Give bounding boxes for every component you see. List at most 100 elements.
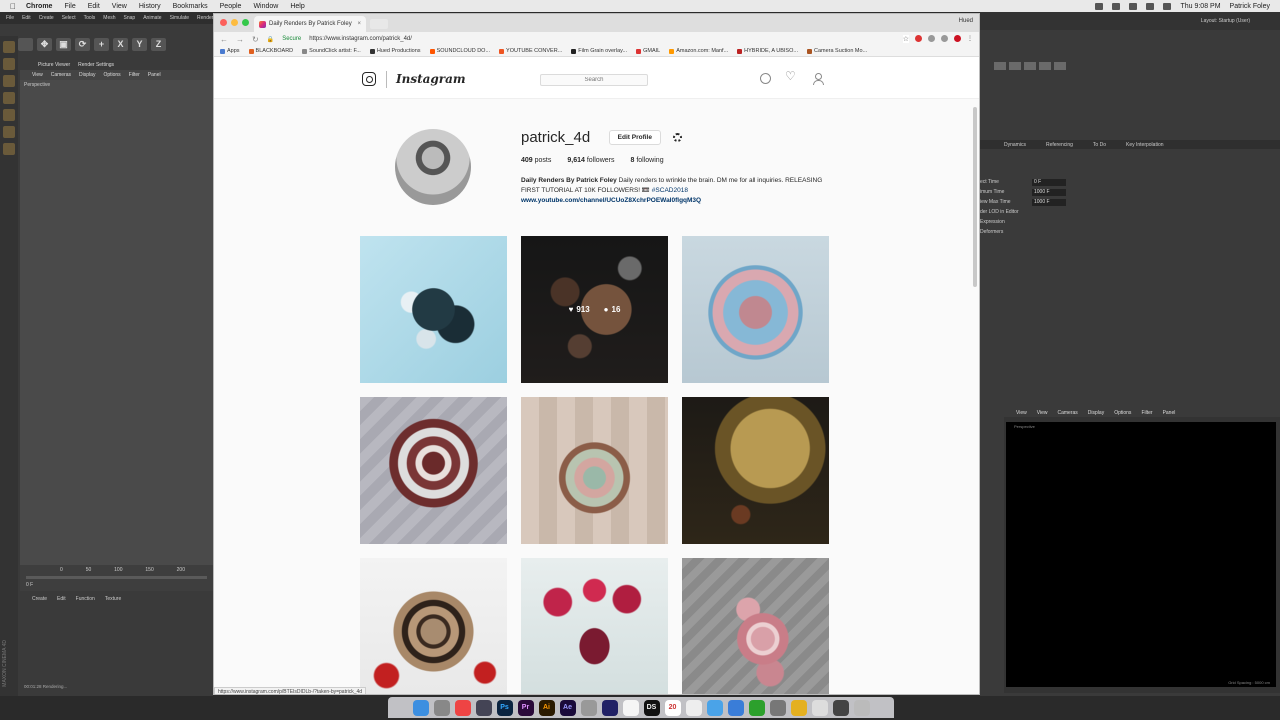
following-stat[interactable]: 8 following <box>630 157 663 164</box>
add-button[interactable]: + <box>94 38 109 51</box>
viewport-menu-item[interactable]: Panel <box>1163 410 1176 416</box>
trash-icon[interactable] <box>853 699 870 716</box>
post-thumbnail[interactable] <box>521 397 668 544</box>
page-scrollbar[interactable] <box>973 107 977 287</box>
viewport-menu-item[interactable]: Filter <box>129 72 140 78</box>
attribute-value-field[interactable]: 0 F <box>1032 178 1066 186</box>
edit-profile-button[interactable]: Edit Profile <box>608 130 661 146</box>
zoom-window-button[interactable] <box>242 19 249 26</box>
menu-help[interactable]: Help <box>290 3 304 10</box>
material-menu-item[interactable]: Texture <box>105 596 121 606</box>
itunes-icon[interactable] <box>622 699 639 716</box>
viewport-menu-item[interactable]: Display <box>79 72 95 78</box>
url-input[interactable]: https://www.instagram.com/patrick_4d/ <box>309 36 412 42</box>
photoshop-icon[interactable]: Ps <box>496 699 513 716</box>
object-tool-icon[interactable] <box>1054 62 1066 70</box>
c4d-menu-item[interactable]: Simulate <box>170 15 189 21</box>
bookmark[interactable]: BLACKBOARD <box>248 48 293 54</box>
illustrator-icon[interactable]: Ai <box>538 699 555 716</box>
profile-person-icon[interactable] <box>812 73 824 85</box>
bookmark[interactable]: SoundClick artist: F... <box>302 48 361 54</box>
c4d-menu-item[interactable]: Render <box>197 15 213 21</box>
launchpad-icon[interactable] <box>433 699 450 716</box>
app-icon[interactable] <box>580 699 597 716</box>
post-thumbnail[interactable] <box>521 558 668 694</box>
post-thumbnail[interactable] <box>682 397 829 544</box>
ds-app-icon[interactable]: DS <box>643 699 660 716</box>
scale-tool-button[interactable]: ▣ <box>56 38 71 51</box>
search-input[interactable] <box>540 74 648 86</box>
bookmark[interactable]: Film Grain overlay... <box>571 48 627 54</box>
attribute-value-field[interactable]: 1000 F <box>1032 198 1066 206</box>
edges-mode-icon[interactable] <box>3 75 15 87</box>
c4d-menu-item[interactable]: Edit <box>22 15 31 21</box>
menu-view[interactable]: View <box>112 3 127 10</box>
close-tab-icon[interactable]: × <box>357 21 361 27</box>
layout-value[interactable]: Startup (User) <box>1219 18 1250 24</box>
extension-icon[interactable] <box>941 35 948 42</box>
undo-button[interactable] <box>18 38 33 51</box>
viewport-menu-item[interactable]: Filter <box>1141 410 1152 416</box>
viewport-menu-item[interactable]: View <box>1037 410 1048 416</box>
calendar-icon[interactable]: 20 <box>664 699 681 716</box>
activity-heart-icon[interactable] <box>785 69 797 84</box>
viewport-menu-item[interactable]: Display <box>1088 410 1104 416</box>
minimize-window-button[interactable] <box>231 19 238 26</box>
apple-menu-icon[interactable]:  <box>10 2 16 11</box>
object-tool-icon[interactable] <box>994 62 1006 70</box>
points-mode-icon[interactable] <box>3 58 15 70</box>
bookmark[interactable]: SOUNDCLOUD DO... <box>429 48 490 54</box>
wifi-icon[interactable] <box>1146 2 1155 10</box>
workplane-icon[interactable] <box>3 143 15 155</box>
menu-app-name[interactable]: Chrome <box>26 3 52 10</box>
tab-key-interpolation[interactable]: Key Interpolation <box>1126 142 1164 148</box>
c4d-menu-item[interactable]: Mesh <box>103 15 115 21</box>
post-thumbnail[interactable] <box>360 558 507 694</box>
premiere-icon[interactable]: Pr <box>517 699 534 716</box>
object-tool-icon[interactable] <box>1009 62 1021 70</box>
snap-icon[interactable] <box>3 126 15 138</box>
deformers-checkbox-label[interactable]: Deformers <box>980 229 1003 235</box>
viewport-canvas[interactable]: Perspective Grid Spacing : 5000 cm <box>1006 422 1276 687</box>
tab-render-settings[interactable]: Render Settings <box>78 62 114 68</box>
notes-icon[interactable] <box>685 699 702 716</box>
menubar-clock[interactable]: Thu 9:08 PM <box>1180 3 1220 10</box>
finder-icon[interactable] <box>412 699 429 716</box>
bookmark[interactable]: GMAIL <box>636 48 660 54</box>
extension-icon[interactable] <box>915 35 922 42</box>
c4d-menu-item[interactable]: Tools <box>84 15 96 21</box>
viewport-menu-item[interactable]: Cameras <box>1058 410 1078 416</box>
bookmark[interactable]: Camera Suction Mo... <box>806 48 867 54</box>
gear-icon[interactable] <box>673 133 683 143</box>
bookmark[interactable]: Amazon.com: Manf... <box>669 48 728 54</box>
extension-icon[interactable] <box>928 35 935 42</box>
bookmark[interactable]: YOUTUBE CONVER... <box>499 48 562 54</box>
picture-viewer[interactable]: Picture Viewer Render Settings View Came… <box>20 60 213 570</box>
rotate-tool-button[interactable]: ⟳ <box>75 38 90 51</box>
tab-referencing[interactable]: Referencing <box>1046 142 1073 148</box>
menu-edit[interactable]: Edit <box>88 3 100 10</box>
cinema4d-icon[interactable] <box>475 699 492 716</box>
secure-lock-icon[interactable]: 🔒 <box>267 36 274 43</box>
chrome-menu-icon[interactable]: ⋮ <box>967 35 973 43</box>
viewport-menu-item[interactable]: Cameras <box>51 72 71 78</box>
object-tool-icon[interactable] <box>1024 62 1036 70</box>
c4d-menu-item[interactable]: File <box>6 15 14 21</box>
material-menu-item[interactable]: Create <box>32 596 47 606</box>
y-axis-button[interactable]: Y <box>132 38 147 51</box>
menu-file[interactable]: File <box>64 3 75 10</box>
post-thumbnail[interactable] <box>360 236 507 383</box>
viewport-menu-item[interactable]: Panel <box>148 72 161 78</box>
app-icon[interactable] <box>790 699 807 716</box>
status-icon[interactable] <box>1112 2 1121 10</box>
object-tool-icon[interactable] <box>1039 62 1051 70</box>
viewport-menu-item[interactable]: Options <box>1114 410 1131 416</box>
bio-link[interactable]: www.youtube.com/channel/UCUoZ8XchrPOEWal… <box>521 196 831 206</box>
browser-tab[interactable]: Daily Renders By Patrick Foley × <box>254 16 366 32</box>
bookmark-star-icon[interactable]: ☆ <box>902 35 909 43</box>
post-thumbnail[interactable] <box>682 558 829 694</box>
polygons-mode-icon[interactable] <box>3 92 15 104</box>
material-menu-item[interactable]: Function <box>76 596 95 606</box>
back-icon[interactable]: ← <box>220 35 228 44</box>
app-icon[interactable] <box>832 699 849 716</box>
